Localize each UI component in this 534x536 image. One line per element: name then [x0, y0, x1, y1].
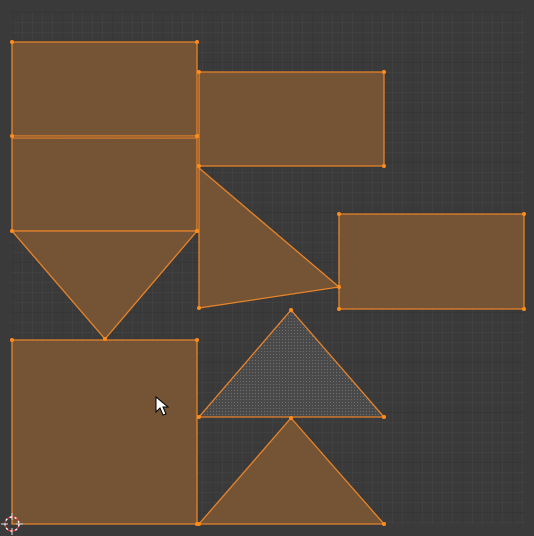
uv-vertex[interactable]	[197, 415, 201, 419]
uv-vertex[interactable]	[382, 164, 386, 168]
uv-vertex[interactable]	[289, 308, 293, 312]
uv-vertex[interactable]	[337, 307, 341, 311]
uv-vertex[interactable]	[382, 415, 386, 419]
uv-vertex[interactable]	[195, 134, 199, 138]
uv-island-square[interactable]	[11, 339, 198, 525]
uv-vertex[interactable]	[10, 134, 14, 138]
uv-vertex[interactable]	[195, 229, 199, 233]
uv-island-rect-4[interactable]	[338, 213, 525, 310]
uv-island-rect-1[interactable]	[11, 41, 198, 137]
uv-vertex[interactable]	[522, 212, 526, 216]
uv-vertex[interactable]	[197, 522, 201, 526]
uv-vertex[interactable]	[10, 229, 14, 233]
uv-vertex[interactable]	[522, 307, 526, 311]
uv-vertex[interactable]	[382, 70, 386, 74]
uv-vertex[interactable]	[10, 40, 14, 44]
uv-vertex[interactable]	[10, 338, 14, 342]
uv-canvas[interactable]	[0, 0, 534, 536]
uv-vertex[interactable]	[197, 306, 201, 310]
uv-island-rect-3[interactable]	[11, 137, 198, 232]
uv-vertex[interactable]	[337, 212, 341, 216]
uv-vertex[interactable]	[289, 416, 293, 420]
uv-island-rect-2[interactable]	[198, 71, 385, 167]
uv-vertex[interactable]	[382, 522, 386, 526]
uv-editor-viewport[interactable]	[0, 0, 534, 536]
uv-vertex[interactable]	[337, 285, 341, 289]
uv-vertex[interactable]	[197, 164, 201, 168]
uv-vertex[interactable]	[197, 70, 201, 74]
uv-vertex[interactable]	[195, 40, 199, 44]
uv-vertex[interactable]	[103, 337, 107, 341]
uv-vertex[interactable]	[195, 338, 199, 342]
